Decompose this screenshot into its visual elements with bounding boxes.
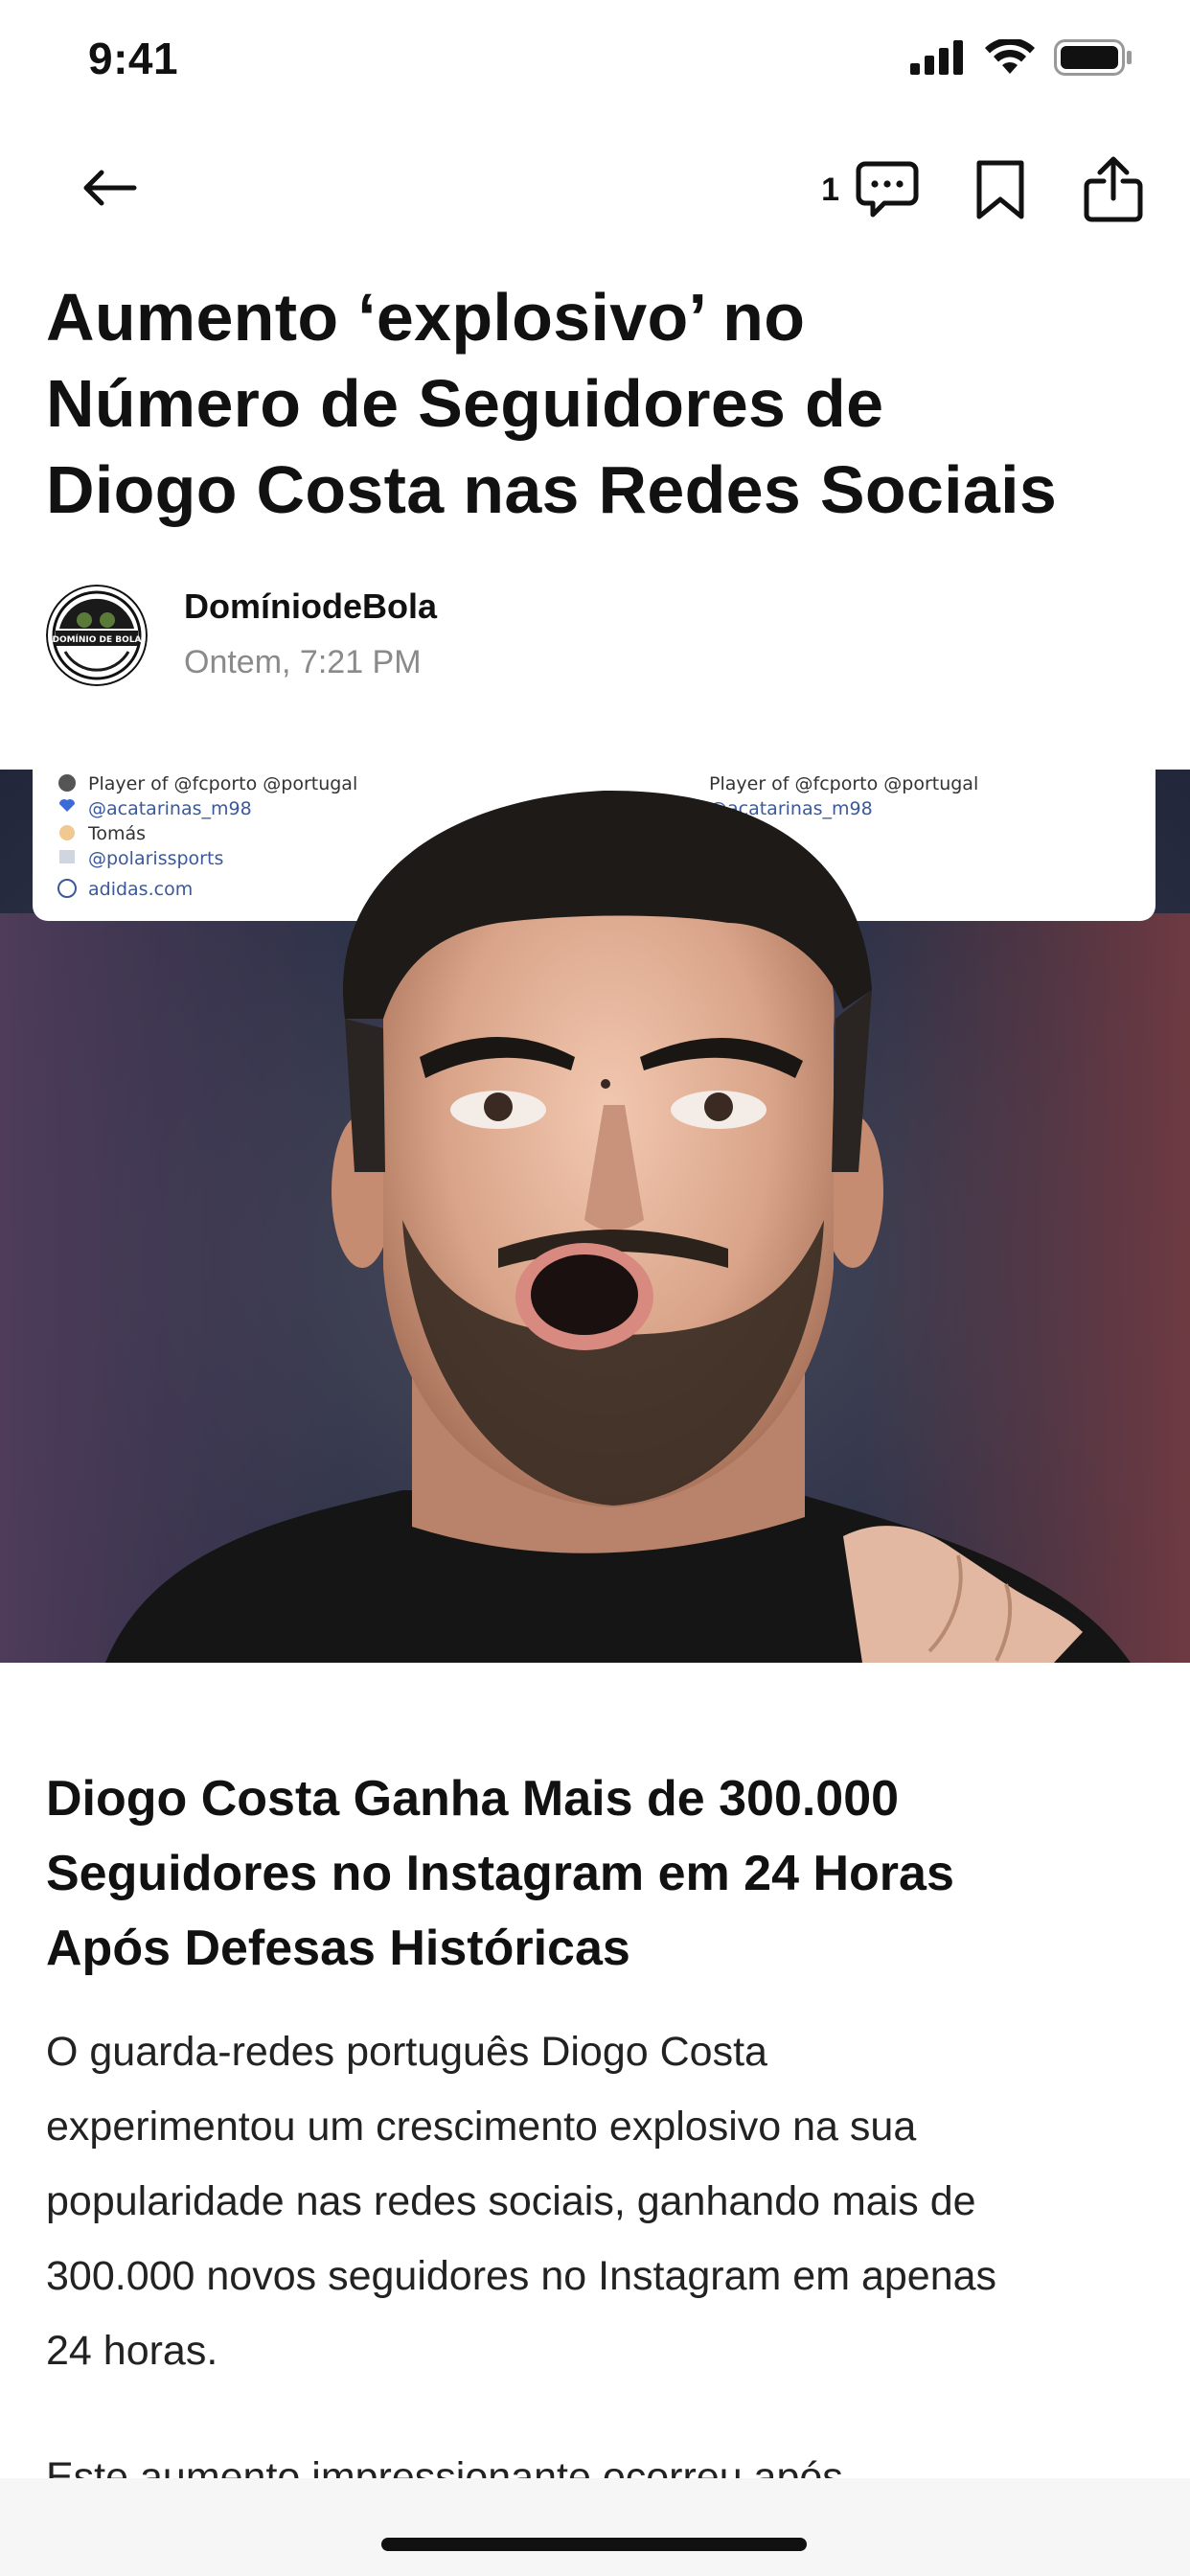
bio-line: @polarissports xyxy=(88,848,223,869)
paragraph-line: experimentou um crescimento explosivo na… xyxy=(46,2104,917,2150)
bio-line: @acatarinas_m98 xyxy=(88,798,252,819)
next-paragraph-text: Este aumento impressionante ocorreu após xyxy=(46,2459,1157,2480)
back-arrow-icon xyxy=(83,170,137,206)
subheading-line: Seguidores no Instagram em 24 Horas xyxy=(46,1846,954,1901)
paragraph-line: 24 horas. xyxy=(46,2328,218,2374)
bio-line: Tomás xyxy=(87,823,146,844)
author-name[interactable]: DomíniodeBola xyxy=(184,586,437,627)
article-title: Aumento ‘explosivo’ no Número de Seguido… xyxy=(46,274,1157,533)
share-button[interactable] xyxy=(1075,151,1152,228)
publish-time: Ontem, 7:21 PM xyxy=(184,644,422,680)
paragraph-line: popularidade nas redes sociais, ganhando… xyxy=(46,2178,976,2224)
article-paragraph: O guarda-redes português Diogo Costa exp… xyxy=(46,2014,1157,2388)
bookmark-button[interactable] xyxy=(962,151,1039,228)
bio-line: Player of @fcporto @portugal xyxy=(88,773,357,794)
nav-actions: 1 xyxy=(821,151,1152,228)
article-title-line: Diogo Costa nas Redes Sociais xyxy=(46,452,1058,527)
next-paragraph-peek: Este aumento impressionante ocorreu após xyxy=(46,2459,1157,2480)
home-indicator[interactable] xyxy=(381,2538,807,2551)
article-title-line: Número de Seguidores de xyxy=(46,366,884,441)
bookmark-icon xyxy=(976,160,1024,219)
status-icons xyxy=(910,36,1133,79)
status-bar: 9:41 xyxy=(0,0,1190,115)
comments-button[interactable] xyxy=(849,151,926,228)
hero-image: Player of @fcporto @portugal @acatarinas… xyxy=(0,770,1190,1663)
signal-icon xyxy=(910,40,963,75)
subheading-line: Diogo Costa Ganha Mais de 300.000 xyxy=(46,1771,900,1827)
article-title-line: Aumento ‘explosivo’ no xyxy=(46,280,806,355)
status-time: 9:41 xyxy=(88,34,179,83)
back-button[interactable] xyxy=(75,153,144,222)
share-icon xyxy=(1084,156,1143,222)
comment-icon xyxy=(856,161,919,218)
article-subheading: Diogo Costa Ganha Mais de 300.000 Seguid… xyxy=(46,1761,1157,1986)
battery-icon xyxy=(1054,39,1132,76)
goalkeeper-photo: Player of @fcporto @portugal @acatarinas… xyxy=(0,770,1190,1663)
paragraph-line: 300.000 novos seguidores no Instagram em… xyxy=(46,2253,997,2299)
bio-line: adidas.com xyxy=(88,879,193,900)
bottom-bar xyxy=(0,2478,1190,2576)
logo-text: DOMÍNIO DE BOLA xyxy=(52,633,141,645)
author-avatar[interactable]: DOMÍNIO DE BOLA xyxy=(46,585,148,686)
bio-line: Player of @fcporto @portugal xyxy=(709,773,978,794)
paragraph-line: O guarda-redes português Diogo Costa xyxy=(46,2029,767,2075)
comment-count: 1 xyxy=(821,171,839,208)
subheading-line: Após Defesas Históricas xyxy=(46,1920,630,1976)
wifi-icon xyxy=(985,39,1035,74)
publisher-logo: DOMÍNIO DE BOLA xyxy=(46,585,148,686)
